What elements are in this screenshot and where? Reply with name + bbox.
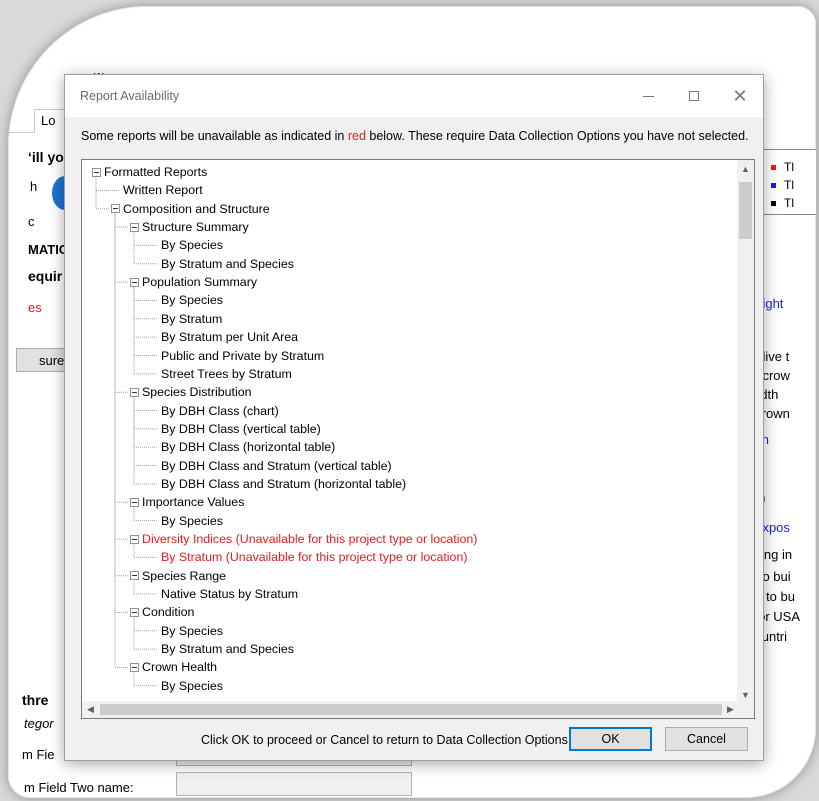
legend-item: Tl <box>771 160 794 174</box>
legend-label: Tl <box>784 160 794 174</box>
bg-fragment: m Fie <box>22 747 55 762</box>
tree-item[interactable]: Composition and Structure <box>123 201 270 217</box>
collapse-toggle-icon[interactable] <box>130 222 139 232</box>
tree-item[interactable]: By DBH Class (horizontal table) <box>161 439 335 455</box>
blue-square-icon <box>771 182 776 188</box>
collapse-toggle-icon[interactable] <box>130 571 139 581</box>
tree-item[interactable]: Species Range <box>142 568 226 584</box>
collapse-toggle-icon[interactable] <box>92 167 101 177</box>
bg-field-two-input[interactable] <box>176 772 412 796</box>
collapse-toggle-icon[interactable] <box>130 607 139 617</box>
legend-label: Tl <box>784 178 794 192</box>
scroll-corner <box>737 701 754 718</box>
tree-item[interactable]: By DBH Class and Stratum (horizontal tab… <box>161 476 406 492</box>
tree-item[interactable]: Formatted Reports <box>104 164 207 180</box>
legend-item: Tl <box>771 196 794 210</box>
close-button[interactable]: ✕ <box>717 75 763 117</box>
dialog-titlebar[interactable]: Report Availability ✕ <box>65 75 763 117</box>
horizontal-scroll-thumb[interactable] <box>100 704 722 715</box>
cancel-button[interactable]: Cancel <box>665 727 748 751</box>
red-square-icon <box>771 164 776 170</box>
info-red-word: red <box>347 129 366 143</box>
tree-item[interactable]: By Stratum <box>161 311 222 327</box>
bg-fragment: es <box>28 300 42 315</box>
tree-item[interactable]: By Stratum (Unavailable for this project… <box>161 549 467 565</box>
bg-fragment: MATIO <box>28 242 69 257</box>
tree-item[interactable]: Native Status by Stratum <box>161 586 298 602</box>
maximize-icon <box>689 91 699 101</box>
tree-item[interactable]: Diversity Indices (Unavailable for this … <box>142 531 477 547</box>
tree-item[interactable]: Structure Summary <box>142 219 249 235</box>
maximize-button[interactable] <box>671 75 717 117</box>
horizontal-scrollbar[interactable]: ◀ ▶ <box>82 701 739 718</box>
collapse-toggle-icon[interactable] <box>130 497 139 507</box>
tree-item[interactable]: By Stratum per Unit Area <box>161 329 298 345</box>
page-curl-frame: w Lo ‘ill yo h c MATIO equir es sured th… <box>8 6 816 798</box>
dialog-title: Report Availability <box>80 89 180 103</box>
tree-item[interactable]: By Species <box>161 513 223 529</box>
tree-item[interactable]: Species Distribution <box>142 384 252 400</box>
tree-item[interactable]: Street Trees by Stratum <box>161 366 292 382</box>
tree-item[interactable]: Importance Values <box>142 494 244 510</box>
tree-item[interactable]: By Stratum and Species <box>161 256 294 272</box>
collapse-toggle-icon[interactable] <box>130 662 139 672</box>
bg-fragment: thre <box>22 692 49 708</box>
collapse-toggle-icon[interactable] <box>130 534 139 544</box>
tree-item[interactable]: Crown Health <box>142 659 217 675</box>
vertical-scroll-thumb[interactable] <box>739 182 752 239</box>
bg-legend: Tl Tl Tl <box>762 149 816 215</box>
tree-item[interactable]: By Species <box>161 292 223 308</box>
scroll-left-arrow-icon[interactable]: ◀ <box>82 701 99 718</box>
collapse-toggle-icon[interactable] <box>130 277 139 287</box>
minimize-button[interactable] <box>625 75 671 117</box>
bg-fragment: h <box>30 179 38 194</box>
report-availability-dialog: Report Availability ✕ Some reports will … <box>64 74 764 761</box>
info-post: below. These require Data Collection Opt… <box>365 129 749 143</box>
legend-item: Tl <box>771 178 794 192</box>
tree-item[interactable]: By DBH Class and Stratum (vertical table… <box>161 458 392 474</box>
black-square-icon <box>771 200 776 206</box>
tree-item[interactable]: Population Summary <box>142 274 257 290</box>
close-icon: ✕ <box>732 85 748 106</box>
bg-fragment: tegor <box>24 716 54 731</box>
tree-item[interactable]: By DBH Class (vertical table) <box>161 421 321 437</box>
tree-item[interactable]: Written Report <box>123 182 203 198</box>
collapse-toggle-icon[interactable] <box>111 204 120 214</box>
minimize-icon <box>642 95 654 97</box>
tree-item[interactable]: By DBH Class (chart) <box>161 403 279 419</box>
vertical-scrollbar[interactable]: ▲ ▼ <box>737 160 754 703</box>
bg-fragment: ‘ill yo <box>28 149 64 165</box>
bg-fragment: equir <box>28 268 63 284</box>
tree-item[interactable]: By Species <box>161 678 223 694</box>
tree-item[interactable]: Public and Private by Stratum <box>161 348 324 364</box>
legend-label: Tl <box>784 196 794 210</box>
tree-item[interactable]: By Species <box>161 237 223 253</box>
scroll-up-arrow-icon[interactable]: ▲ <box>737 160 754 177</box>
bg-fragment: m Field Two name: <box>24 780 134 795</box>
footer-instruction: Click OK to proceed or Cancel to return … <box>201 733 572 747</box>
info-pre: Some reports will be unavailable as indi… <box>81 129 348 143</box>
report-tree[interactable]: Formatted Reports Written Report Compositi… <box>81 159 755 719</box>
tree-item[interactable]: Condition <box>142 604 194 620</box>
ok-button[interactable]: OK <box>569 727 652 751</box>
info-message: Some reports will be unavailable as indi… <box>81 129 749 143</box>
tree-item[interactable]: By Species <box>161 623 223 639</box>
bg-fragment: c <box>28 214 35 229</box>
collapse-toggle-icon[interactable] <box>130 387 139 397</box>
tree-item[interactable]: By Stratum and Species <box>161 641 294 657</box>
